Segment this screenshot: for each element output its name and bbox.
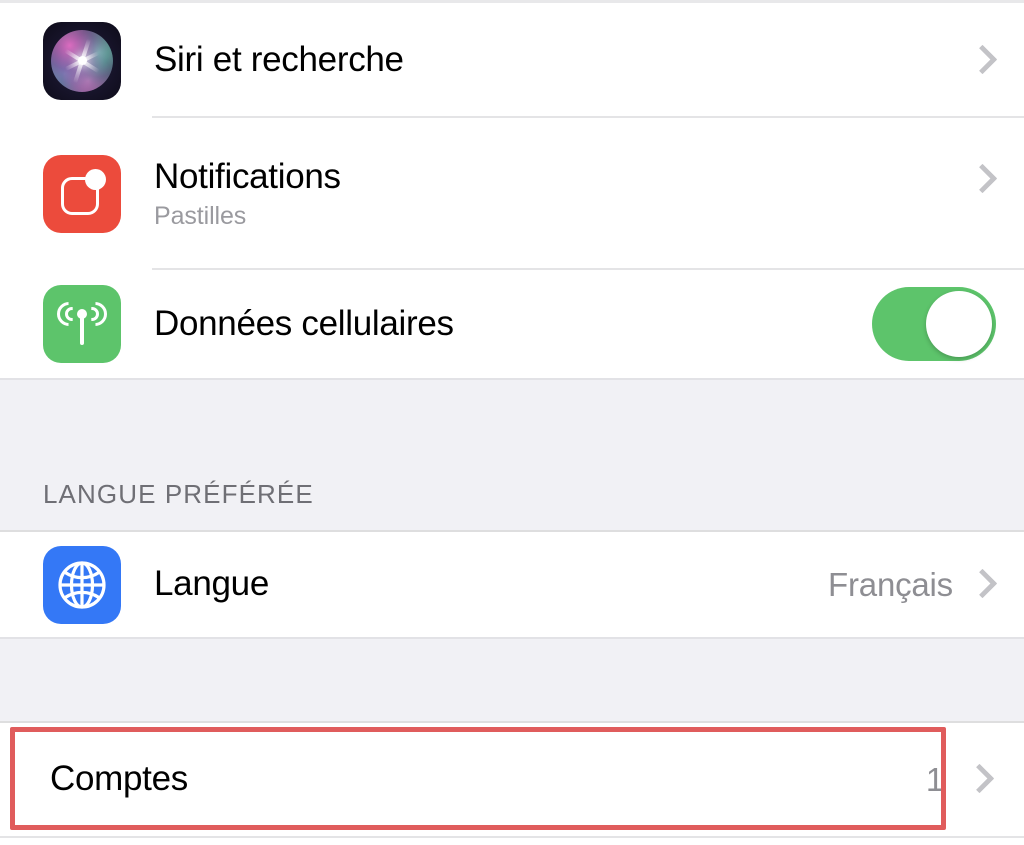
langue-value: Français	[828, 565, 953, 603]
siri-accessory	[971, 45, 989, 77]
notifications-icon	[43, 155, 121, 233]
settings-group-accounts: Comptes 1	[0, 723, 1024, 836]
settings-row-cellular-data[interactable]: Données cellulaires	[0, 270, 1024, 378]
siri-text-block: Siri et recherche	[154, 40, 971, 80]
section-gap-accounts	[0, 637, 1024, 723]
siri-core	[77, 56, 87, 65]
settings-row-langue[interactable]: Langue Français	[0, 532, 1024, 637]
comptes-count-value: 1	[925, 760, 944, 798]
settings-group-top: Siri et recherche Notifications Pastille…	[0, 3, 1024, 378]
settings-row-siri[interactable]: Siri et recherche	[0, 3, 1024, 118]
chevron-right-icon[interactable]	[971, 164, 989, 196]
section-header-label: LANGUE PRÉFÉRÉE	[43, 479, 314, 509]
notifications-text-block: Notifications Pastilles	[154, 157, 971, 230]
comptes-text-block: Comptes	[50, 759, 926, 799]
siri-title: Siri et recherche	[154, 40, 404, 80]
settings-group-language: Langue Français	[0, 532, 1024, 637]
notifications-badge-dot	[85, 169, 106, 190]
langue-text-block: Langue	[154, 564, 828, 604]
section-header-langue-preferee: LANGUE PRÉFÉRÉE	[0, 378, 1024, 532]
chevron-right-icon[interactable]	[968, 764, 986, 796]
ios-settings-screen: Siri et recherche Notifications Pastille…	[0, 0, 1024, 845]
siri-icon	[43, 21, 121, 100]
settings-row-notifications[interactable]: Notifications Pastilles	[0, 118, 1024, 270]
notifications-accessory	[971, 164, 989, 196]
cellular-data-toggle[interactable]	[872, 287, 996, 361]
langue-accessory: Français	[828, 566, 989, 604]
bottom-divider	[0, 836, 1024, 838]
cellular-title: Données cellulaires	[154, 303, 454, 343]
cellular-antenna-mast	[80, 313, 84, 345]
comptes-accessory: 1	[926, 761, 986, 799]
comptes-title: Comptes	[50, 759, 188, 799]
notifications-title: Notifications	[154, 157, 341, 196]
langue-title: Langue	[154, 564, 269, 604]
chevron-right-icon[interactable]	[971, 45, 989, 77]
toggle-knob	[926, 291, 992, 357]
cellular-icon	[43, 285, 121, 363]
notifications-subtitle: Pastilles	[154, 201, 247, 230]
cellular-text-block: Données cellulaires	[154, 303, 872, 343]
settings-row-comptes[interactable]: Comptes 1	[0, 723, 1024, 836]
globe-icon	[43, 545, 121, 624]
chevron-right-icon[interactable]	[971, 569, 989, 601]
cellular-accessory	[872, 287, 996, 361]
